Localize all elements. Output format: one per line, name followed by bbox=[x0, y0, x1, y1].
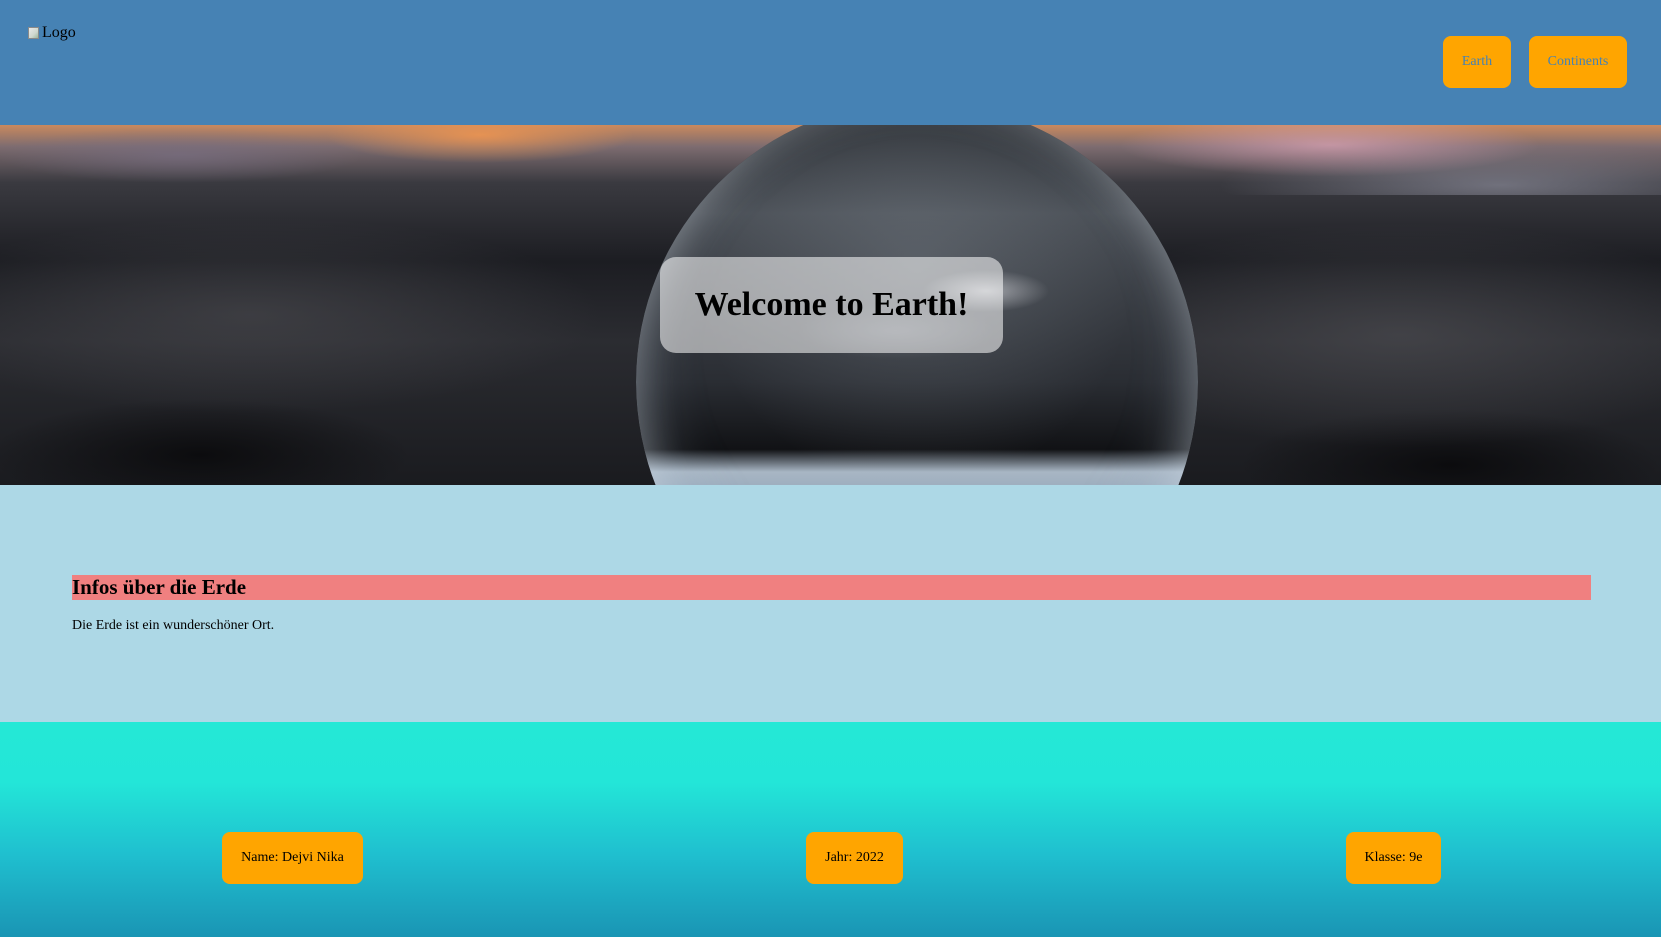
footer-name-box: Name: Dejvi Nika bbox=[222, 832, 363, 884]
broken-image-icon bbox=[27, 25, 41, 41]
nav-button-earth[interactable]: Earth bbox=[1443, 36, 1511, 88]
logo-alt-text: Logo bbox=[42, 24, 76, 41]
main-nav: Earth Continents bbox=[1443, 36, 1627, 88]
footer-year-box: Jahr: 2022 bbox=[806, 832, 903, 884]
site-header: Logo Earth Continents bbox=[0, 0, 1661, 125]
section-text: Die Erde ist ein wunderschöner Ort. bbox=[72, 618, 275, 633]
nav-button-continents[interactable]: Continents bbox=[1529, 36, 1627, 88]
footer-class-box: Klasse: 9e bbox=[1346, 832, 1441, 884]
hero-title-box: Welcome to Earth! bbox=[660, 257, 1003, 353]
hero-title: Welcome to Earth! bbox=[694, 286, 969, 323]
info-section: Infos über die Erde Die Erde ist ein wun… bbox=[0, 485, 1661, 722]
logo[interactable]: Logo bbox=[27, 24, 76, 42]
site-footer: Name: Dejvi Nika Jahr: 2022 Klasse: 9e bbox=[0, 722, 1661, 937]
section-heading: Infos über die Erde bbox=[72, 575, 1591, 600]
